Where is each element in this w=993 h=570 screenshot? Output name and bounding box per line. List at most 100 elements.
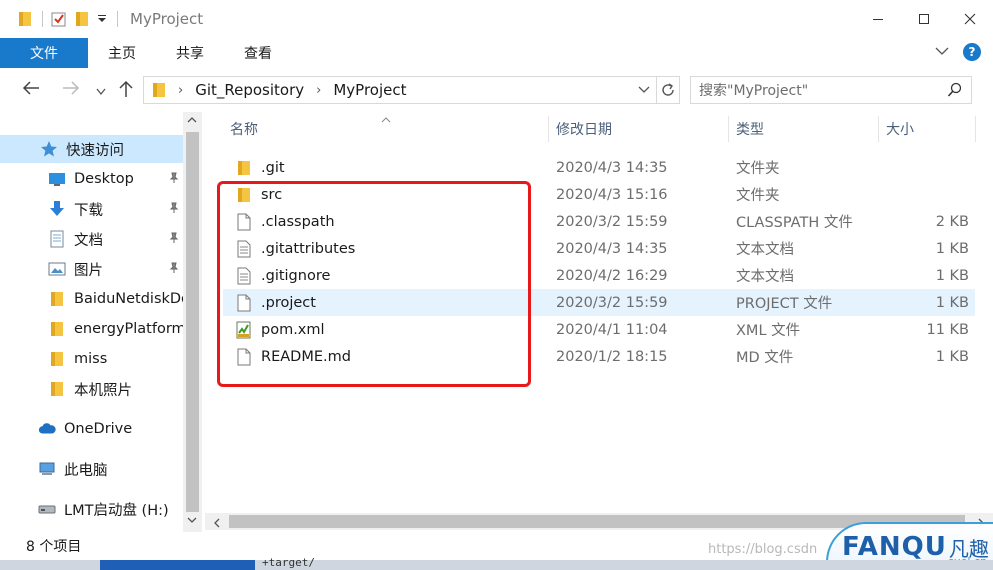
nav-item-label: 快速访问	[66, 142, 124, 159]
pin-icon[interactable]	[169, 172, 179, 188]
file-row-src[interactable]: src 2020/4/3 15:16 文件夹	[223, 181, 975, 208]
scroll-up-icon[interactable]	[187, 116, 197, 127]
nav-desktop[interactable]: Desktop	[0, 165, 183, 193]
nav-item-label: miss	[74, 351, 108, 367]
nav-downloads[interactable]: 下载	[0, 195, 183, 223]
column-header-type[interactable]: 类型	[736, 112, 764, 146]
tab-view[interactable]: 查看	[224, 38, 292, 68]
file-row-classpath[interactable]: .classpath 2020/3/2 15:59 CLASSPATH 文件 2…	[223, 208, 975, 235]
breadcrumb-myproject[interactable]: MyProject	[333, 81, 406, 99]
address-bar[interactable]: › Git_Repository › MyProject	[143, 76, 657, 104]
search-input[interactable]: 搜索"MyProject"	[690, 76, 972, 104]
scroll-left-icon[interactable]	[213, 516, 221, 532]
search-placeholder: 搜索"MyProject"	[699, 83, 809, 99]
file-type: 文本文档	[736, 242, 794, 258]
watermark-url: https://blog.csdn	[708, 542, 818, 557]
computer-icon	[38, 460, 56, 478]
chevron-right-icon[interactable]: ›	[316, 83, 321, 98]
download-icon	[48, 200, 66, 218]
file-row-gitignore[interactable]: .gitignore 2020/4/2 16:29 文本文档 1 KB	[223, 262, 975, 289]
up-button[interactable]	[118, 80, 134, 102]
text-file-icon	[235, 240, 253, 258]
file-type: 文件夹	[736, 188, 780, 204]
file-name-cell: src	[235, 181, 282, 208]
nav-item-label: 文档	[74, 232, 103, 249]
nav-folder-energyplatform[interactable]: energyPlatform	[0, 315, 183, 343]
nav-item-label: BaiduNetdiskDownload	[74, 291, 183, 307]
window-controls	[855, 0, 993, 38]
arrow-right-icon	[63, 81, 80, 95]
file-type: 文件夹	[736, 161, 780, 177]
back-button[interactable]	[22, 80, 40, 100]
file-size	[886, 181, 969, 208]
refresh-button[interactable]	[656, 76, 680, 104]
background-taskbar-strip: +target/	[0, 556, 993, 570]
column-header-date[interactable]: 修改日期	[556, 112, 612, 146]
tab-home[interactable]: 主页	[88, 38, 156, 68]
folder-icon	[235, 159, 253, 177]
file-row-git[interactable]: .git 2020/4/3 14:35 文件夹	[223, 154, 975, 181]
nav-drive-h[interactable]: LMT启动盘 (H:)	[0, 495, 183, 523]
scroll-down-icon[interactable]	[187, 516, 197, 527]
column-divider[interactable]	[975, 116, 976, 142]
chevron-right-icon[interactable]: ›	[178, 83, 183, 98]
file-size: 1 KB	[935, 267, 969, 284]
column-divider[interactable]	[878, 116, 879, 142]
nav-onedrive[interactable]: OneDrive	[0, 415, 183, 443]
nav-folder-baidunetdisk[interactable]: BaiduNetdiskDownload	[0, 285, 183, 313]
file-type: 文本文档	[736, 269, 794, 285]
pin-icon[interactable]	[169, 202, 179, 218]
refresh-icon	[661, 83, 674, 96]
toolbar-divider	[42, 11, 43, 27]
nav-scrollbar-thumb[interactable]	[186, 132, 199, 512]
nav-folder-local-photos[interactable]: 本机照片	[0, 375, 183, 403]
chevron-down-icon	[96, 88, 106, 96]
file-row-readme[interactable]: README.md 2020/1/2 18:15 MD 文件 1 KB	[223, 343, 975, 370]
file-row-pom[interactable]: pom.xml 2020/4/1 11:04 XML 文件 11 KB	[223, 316, 975, 343]
tab-share[interactable]: 共享	[156, 38, 224, 68]
nav-quick-access[interactable]: 快速访问	[0, 135, 183, 163]
column-header-name[interactable]: 名称	[230, 112, 258, 146]
properties-icon[interactable]	[51, 11, 67, 27]
column-divider[interactable]	[728, 116, 729, 142]
logo-text: FANQU	[842, 532, 947, 562]
maximize-button[interactable]	[901, 0, 947, 38]
help-button[interactable]: ?	[963, 43, 981, 61]
breadcrumb-git-repository[interactable]: Git_Repository	[195, 81, 304, 99]
folder-icon	[48, 380, 66, 398]
file-row-gitattributes[interactable]: .gitattributes 2020/4/3 14:35 文本文档 1 KB	[223, 235, 975, 262]
navigation-pane: 快速访问 Desktop 下载 文档 图片 BaiduNetdiskD ener…	[0, 112, 202, 532]
star-icon	[40, 140, 58, 158]
folder-icon	[48, 350, 66, 368]
file-list: 名称 修改日期 类型 大小 .git 2020/4/3 14:35 文件夹 sr…	[205, 112, 993, 532]
nav-documents[interactable]: 文档	[0, 225, 183, 253]
new-folder-icon[interactable]	[75, 11, 89, 27]
file-row-project[interactable]: .project 2020/3/2 15:59 PROJECT 文件 1 KB	[223, 289, 975, 316]
folder-icon	[48, 320, 66, 338]
nav-this-pc[interactable]: 此电脑	[0, 455, 183, 483]
search-icon[interactable]	[947, 82, 963, 102]
file-name: .gitignore	[261, 267, 331, 284]
explorer-window: MyProject 文件 主页 共享 查看 ? › Git_Repository…	[0, 0, 993, 570]
nav-pictures[interactable]: 图片	[0, 255, 183, 283]
file-name: src	[261, 186, 283, 203]
address-history-button[interactable]	[638, 83, 650, 99]
nav-item-label: energyPlatform	[74, 321, 183, 337]
column-divider[interactable]	[548, 116, 549, 142]
pin-icon[interactable]	[169, 262, 179, 278]
toolbar-divider	[117, 11, 118, 27]
nav-scrollbar[interactable]	[183, 112, 202, 532]
expand-ribbon-button[interactable]	[935, 44, 949, 60]
pin-icon[interactable]	[169, 232, 179, 248]
column-header-size[interactable]: 大小	[886, 112, 914, 146]
folder-icon	[18, 11, 32, 27]
close-button[interactable]	[947, 0, 993, 38]
nav-folder-miss[interactable]: miss	[0, 345, 183, 373]
forward-button[interactable]	[62, 80, 80, 100]
tab-file[interactable]: 文件	[0, 38, 88, 68]
address-row: › Git_Repository › MyProject 搜索"MyProjec…	[0, 70, 993, 110]
file-name: pom.xml	[261, 321, 325, 338]
minimize-button[interactable]	[855, 0, 901, 38]
recent-locations-button[interactable]	[96, 84, 106, 100]
customize-toolbar-icon[interactable]	[97, 14, 107, 24]
